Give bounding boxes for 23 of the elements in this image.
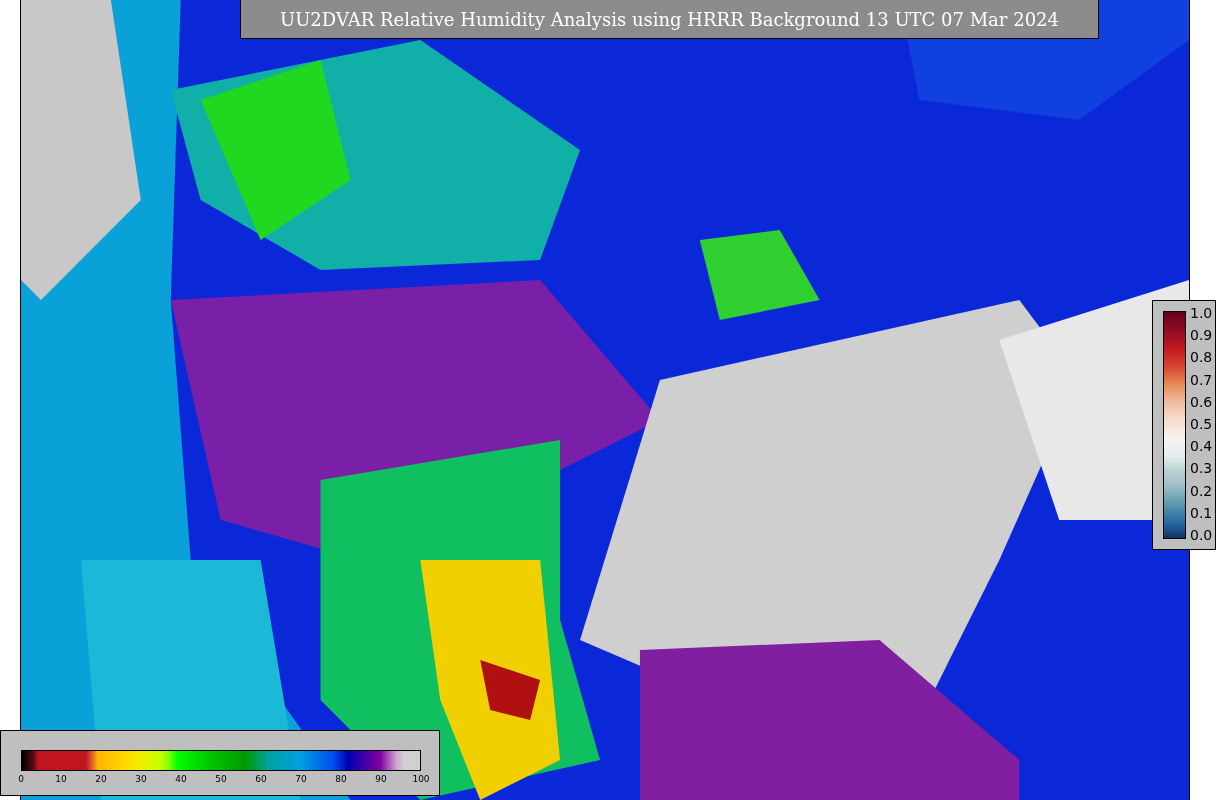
tick-label: 0.8 (1190, 349, 1213, 366)
tick-label: 100 (412, 774, 430, 784)
tick-label: 0.6 (1190, 393, 1213, 410)
tick-label: 0.0 (1190, 526, 1213, 543)
tick-label: 20 (95, 774, 107, 784)
tick-label: 0.1 (1190, 504, 1213, 521)
tick-label: 90 (375, 774, 387, 784)
tick-label: 0.4 (1190, 438, 1213, 455)
tick-label: 30 (135, 774, 147, 784)
tick-label: 0.9 (1190, 327, 1213, 344)
tick-label: 60 (255, 774, 267, 784)
tick-label: 10 (55, 774, 67, 784)
tick-label: 40 (175, 774, 187, 784)
tick-label: 80 (335, 774, 347, 784)
map-title: UU2DVAR Relative Humidity Analysis using HRRR Background 13 UTC 07 Mar 2024 (240, 0, 1099, 39)
tick-label: 0 (18, 774, 24, 784)
tick-label: 1.0 (1190, 305, 1213, 321)
tick-label: 0.3 (1190, 460, 1213, 477)
tick-label: 50 (215, 774, 227, 784)
tick-label: 0.5 (1190, 415, 1213, 432)
tick-label: 0.7 (1190, 371, 1213, 388)
tick-label: 70 (295, 774, 307, 784)
tick-label: 0.2 (1190, 482, 1213, 499)
